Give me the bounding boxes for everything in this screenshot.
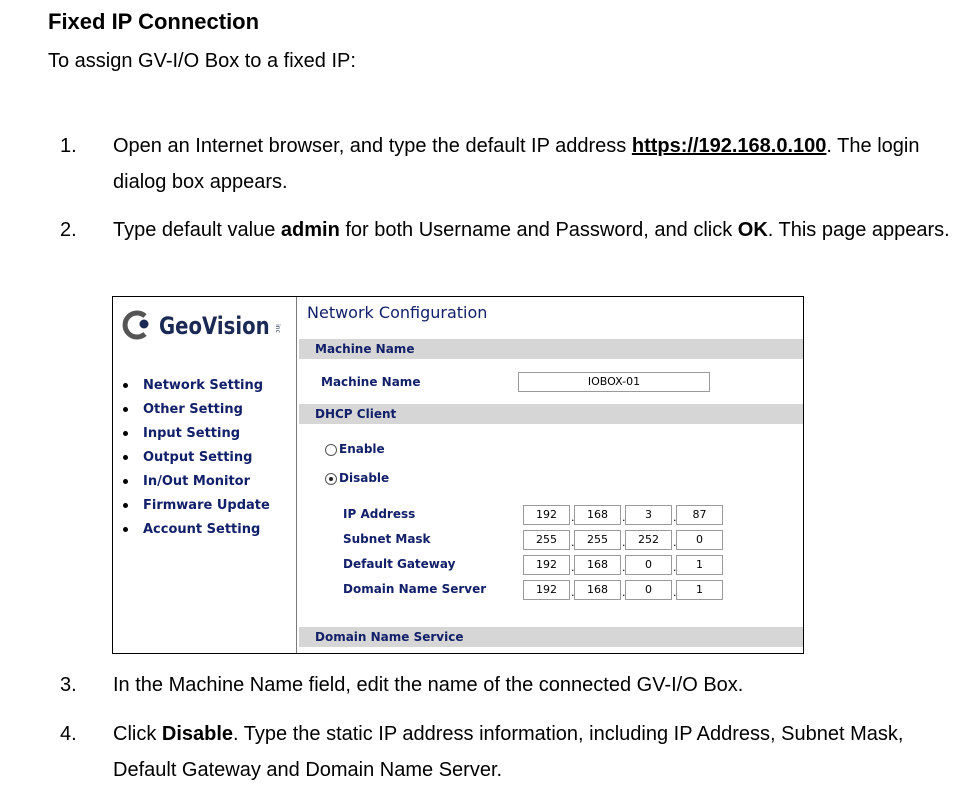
- machine-name-label: Machine Name: [321, 375, 421, 389]
- bullet-icon: [123, 455, 128, 460]
- default-gateway-label: Default Gateway: [343, 557, 456, 571]
- bullet-icon: [123, 503, 128, 508]
- step-number: 3.: [60, 674, 77, 696]
- dns-octet-input[interactable]: 1: [676, 580, 723, 600]
- disable-radio[interactable]: [325, 473, 337, 485]
- dns-octet-input[interactable]: 168: [574, 580, 621, 600]
- section-domain-name-service: Domain Name Service: [299, 627, 803, 647]
- bullet-icon: [123, 527, 128, 532]
- step-number: 1.: [60, 135, 77, 157]
- page-heading: Fixed IP Connection: [48, 9, 260, 34]
- subnet-octet-input[interactable]: 255: [523, 530, 570, 550]
- subnet-mask-label: Subnet Mask: [343, 532, 431, 546]
- section-dhcp-client: DHCP Client: [299, 404, 803, 424]
- ip-octet-input[interactable]: 192: [523, 505, 570, 525]
- step-text: In the Machine Name field, edit the name…: [113, 674, 744, 696]
- dns-octet-input[interactable]: 192: [523, 580, 570, 600]
- ip-octet-input[interactable]: 87: [676, 505, 723, 525]
- gateway-octet-input[interactable]: 1: [676, 555, 723, 575]
- bullet-icon: [123, 431, 128, 436]
- step-number: 4.: [60, 723, 77, 745]
- dns-octet-input[interactable]: 0: [625, 580, 672, 600]
- disable-label: Disable: [339, 471, 390, 485]
- gateway-octet-input[interactable]: 192: [523, 555, 570, 575]
- bullet-icon: [123, 383, 128, 388]
- intro-text: To assign GV-I/O Box to a fixed IP:: [48, 50, 356, 72]
- step-number: 2.: [60, 219, 77, 241]
- machine-name-input[interactable]: IOBOX-01: [518, 372, 710, 392]
- step-text: Open an Internet browser, and type the d…: [113, 135, 920, 193]
- ip-octet-input[interactable]: 168: [574, 505, 621, 525]
- subnet-octet-input[interactable]: 0: [676, 530, 723, 550]
- section-machine-name: Machine Name: [299, 339, 803, 359]
- bullet-icon: [123, 479, 128, 484]
- gateway-octet-input[interactable]: 168: [574, 555, 621, 575]
- step-text: Type default value admin for both Userna…: [113, 219, 950, 241]
- subnet-octet-input[interactable]: 252: [625, 530, 672, 550]
- bullet-icon: [123, 407, 128, 412]
- default-ip-link[interactable]: https://192.168.0.100: [632, 135, 827, 157]
- logo-suffix: inc: [273, 324, 281, 333]
- ip-octet-input[interactable]: 3: [625, 505, 672, 525]
- step-text: Click Disable. Type the static IP addres…: [113, 723, 904, 781]
- network-config-screenshot: GeoVision inc Network Setting Other Sett…: [112, 296, 804, 654]
- enable-radio[interactable]: [325, 444, 337, 456]
- config-panel: Network Configuration Machine Name Machi…: [297, 297, 803, 653]
- geovision-logo-icon: [122, 310, 149, 340]
- logo-text: GeoVision: [159, 312, 270, 340]
- ip-address-label: IP Address: [343, 507, 416, 521]
- gateway-octet-input[interactable]: 0: [625, 555, 672, 575]
- sidebar: GeoVision inc Network Setting Other Sett…: [113, 297, 297, 653]
- dns-server-label: Domain Name Server: [343, 582, 487, 596]
- enable-label: Enable: [339, 442, 385, 456]
- panel-title: Network Configuration: [307, 303, 488, 322]
- subnet-octet-input[interactable]: 255: [574, 530, 621, 550]
